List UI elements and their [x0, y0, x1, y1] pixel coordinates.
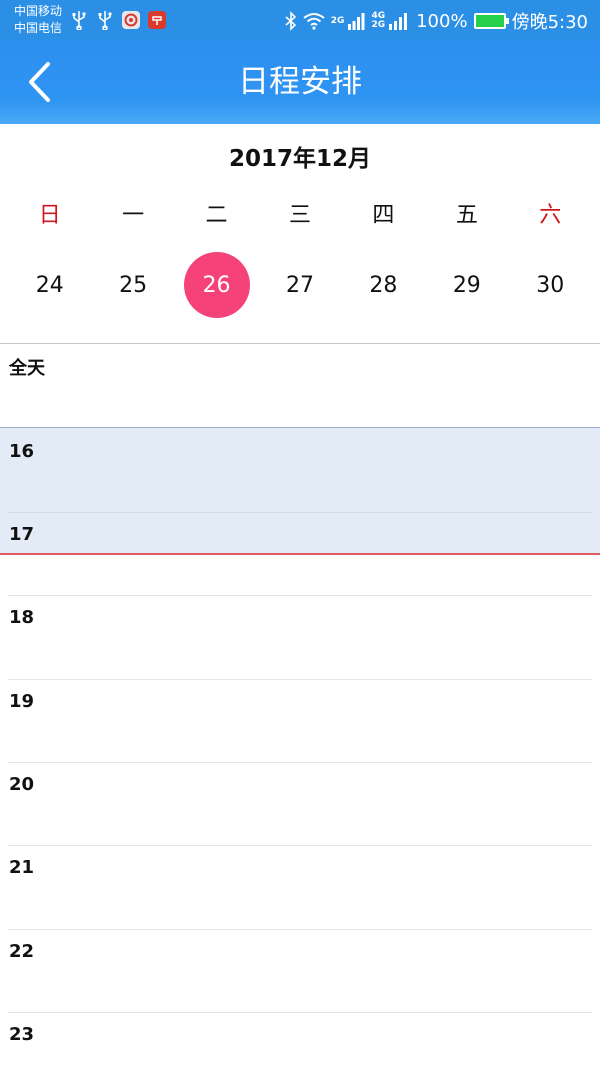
carrier-info: 中国移动 中国电信 [14, 3, 62, 37]
bluetooth-icon [285, 11, 296, 31]
hour-label: 17 [9, 524, 35, 545]
weekday-thu: 四 [372, 203, 395, 228]
hour-row[interactable]: 21 [0, 845, 600, 928]
hour-divider [8, 762, 592, 763]
signal-icon [389, 13, 408, 30]
hour-divider [8, 845, 592, 846]
hour-row[interactable]: 18 [0, 595, 600, 678]
usb-icon [72, 11, 86, 30]
date-cell-selected[interactable]: 26 [175, 252, 258, 318]
carrier-2: 中国电信 [14, 21, 63, 35]
hour-label: 23 [9, 1024, 35, 1045]
weekday-fri: 五 [455, 203, 478, 228]
app-notification-icon [148, 11, 166, 29]
hour-divider [8, 679, 592, 680]
hour-label: 19 [9, 691, 35, 712]
hour-row[interactable]: 17 [0, 512, 600, 595]
all-day-label: 全天 [9, 358, 45, 379]
battery-icon [473, 13, 509, 29]
battery-percent: 100% [416, 10, 468, 32]
week-dates: 24 25 26 27 28 29 30 [8, 252, 592, 318]
signal-icon [348, 13, 365, 30]
system-status: 2G 4G 2G 100% 傍晚5:30 [285, 8, 588, 34]
weekday-tue: 二 [205, 203, 228, 228]
hour-divider [8, 512, 592, 513]
hour-row[interactable]: 22 [0, 929, 600, 1012]
hour-label: 22 [9, 941, 35, 962]
hour-divider [8, 1012, 592, 1013]
weekday-wed: 三 [288, 203, 311, 228]
weekday-sun: 日 [38, 203, 61, 228]
title-bar: 日程安排 [0, 40, 600, 124]
hour-divider [8, 929, 592, 930]
weekday-sat: 六 [539, 203, 562, 228]
clock: 傍晚5:30 [511, 12, 588, 33]
app-notification-icon [122, 11, 140, 29]
date-cell[interactable]: 27 [258, 252, 341, 318]
hour-divider [8, 595, 592, 596]
hour-label: 20 [9, 774, 35, 795]
date-cell[interactable]: 28 [342, 252, 425, 318]
hour-row[interactable]: 16 [0, 429, 600, 512]
weekday-mon: 一 [122, 203, 145, 228]
hour-label: 16 [9, 441, 35, 462]
notification-icons [70, 10, 166, 30]
network-type-label: 4G 2G [371, 11, 386, 30]
date-cell[interactable]: 24 [8, 252, 91, 318]
divider [0, 343, 600, 344]
carrier-1: 中国移动 [14, 4, 63, 18]
usb-icon [98, 11, 112, 30]
date-cell[interactable]: 25 [91, 252, 174, 318]
page-title: 日程安排 [238, 64, 362, 100]
date-cell[interactable]: 30 [509, 252, 592, 318]
hour-row[interactable]: 23 [0, 1012, 600, 1067]
hour-label: 18 [9, 607, 35, 628]
hour-row[interactable]: 20 [0, 762, 600, 845]
status-bar: 中国移动 中国电信 2G 4G 2G 100% 傍晚5:30 [0, 0, 600, 40]
hour-row[interactable]: 19 [0, 679, 600, 762]
weekday-header: 日 一 二 三 四 五 六 [8, 196, 592, 230]
date-cell[interactable]: 29 [425, 252, 508, 318]
month-title[interactable]: 2017年12月 [0, 142, 600, 176]
hour-label: 21 [9, 857, 35, 878]
network-type-label: 2G [330, 15, 345, 26]
wifi-icon [303, 13, 325, 30]
